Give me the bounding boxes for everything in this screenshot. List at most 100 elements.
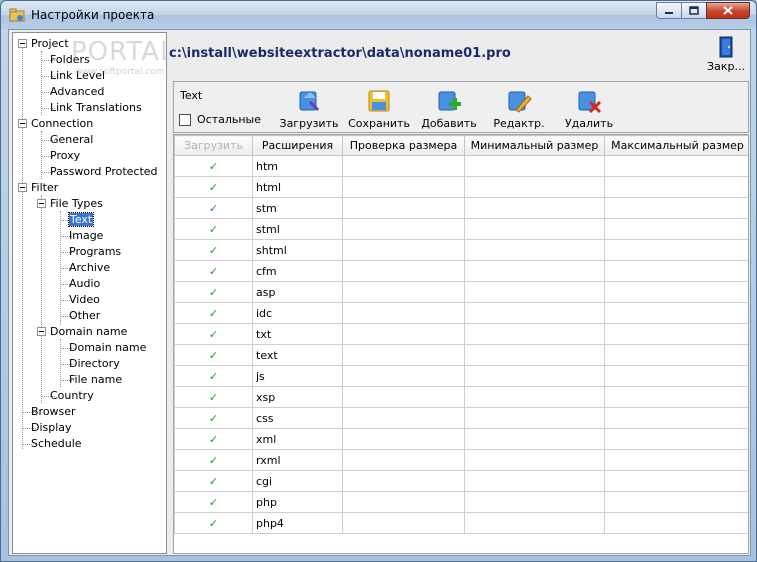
size-check-cell[interactable] xyxy=(342,281,465,303)
save-button[interactable]: Сохранить xyxy=(344,88,414,130)
size-check-cell[interactable] xyxy=(342,491,465,513)
extension-cell[interactable]: xml xyxy=(252,428,343,450)
max-size-cell[interactable] xyxy=(604,470,748,492)
table-row[interactable]: ✓ idc xyxy=(174,302,748,324)
tree-item-browser[interactable]: Browser xyxy=(31,405,76,419)
extension-cell[interactable]: txt xyxy=(252,323,343,345)
table-row[interactable]: ✓ xsp xyxy=(174,386,748,408)
max-size-cell[interactable] xyxy=(604,365,748,387)
size-check-cell[interactable] xyxy=(342,176,465,198)
min-size-cell[interactable] xyxy=(464,344,605,366)
table-row[interactable]: ✓ cfm xyxy=(174,260,748,282)
table-row[interactable]: ✓ html xyxy=(174,176,748,198)
load-check-icon[interactable]: ✓ xyxy=(174,365,253,387)
extension-cell[interactable]: shtml xyxy=(252,239,343,261)
tree-item-audio[interactable]: Audio xyxy=(69,277,100,291)
load-check-icon[interactable]: ✓ xyxy=(174,176,253,198)
table-row[interactable]: ✓ stml xyxy=(174,218,748,240)
extension-cell[interactable]: cgi xyxy=(252,470,343,492)
load-check-icon[interactable]: ✓ xyxy=(174,386,253,408)
extension-cell[interactable]: text xyxy=(252,344,343,366)
collapse-file-types-icon[interactable] xyxy=(37,199,46,208)
size-check-cell[interactable] xyxy=(342,407,465,429)
table-row[interactable]: ✓ xml xyxy=(174,428,748,450)
tree-item-domain-name-group[interactable]: Domain name xyxy=(50,325,127,339)
load-check-icon[interactable]: ✓ xyxy=(174,260,253,282)
max-size-cell[interactable] xyxy=(604,218,748,240)
load-check-icon[interactable]: ✓ xyxy=(174,407,253,429)
min-size-cell[interactable] xyxy=(464,386,605,408)
table-row[interactable]: ✓ php4 xyxy=(174,512,748,534)
collapse-connection-icon[interactable] xyxy=(18,119,27,128)
max-size-cell[interactable] xyxy=(604,407,748,429)
tree-item-connection[interactable]: Connection xyxy=(31,117,93,131)
tree-item-advanced[interactable]: Advanced xyxy=(50,85,104,99)
extension-cell[interactable]: stm xyxy=(252,197,343,219)
size-check-cell[interactable] xyxy=(342,365,465,387)
extension-cell[interactable]: asp xyxy=(252,281,343,303)
extension-cell[interactable]: css xyxy=(252,407,343,429)
tree-item-filter[interactable]: Filter xyxy=(31,181,58,195)
load-check-icon[interactable]: ✓ xyxy=(174,239,253,261)
max-size-cell[interactable] xyxy=(604,428,748,450)
load-check-icon[interactable]: ✓ xyxy=(174,491,253,513)
extension-cell[interactable]: xsp xyxy=(252,386,343,408)
col-header-max-size[interactable]: Максимальный размер xyxy=(604,135,748,156)
table-row[interactable]: ✓ css xyxy=(174,407,748,429)
size-check-cell[interactable] xyxy=(342,386,465,408)
title-bar[interactable]: Настройки проекта xyxy=(1,1,756,29)
tree-item-file-name[interactable]: File name xyxy=(69,373,122,387)
table-row[interactable]: ✓ asp xyxy=(174,281,748,303)
delete-button[interactable]: Удалить xyxy=(554,88,624,130)
maximize-button[interactable] xyxy=(681,2,707,19)
col-header-min-size[interactable]: Минимальный размер xyxy=(464,135,605,156)
min-size-cell[interactable] xyxy=(464,218,605,240)
min-size-cell[interactable] xyxy=(464,470,605,492)
table-row[interactable]: ✓ js xyxy=(174,365,748,387)
tree-item-domain-name[interactable]: Domain name xyxy=(69,341,146,355)
min-size-cell[interactable] xyxy=(464,323,605,345)
min-size-cell[interactable] xyxy=(464,176,605,198)
table-row[interactable]: ✓ rxml xyxy=(174,449,748,471)
extension-cell[interactable]: php4 xyxy=(252,512,343,534)
tree-item-other[interactable]: Other xyxy=(69,309,100,323)
tree-item-image[interactable]: Image xyxy=(69,229,103,243)
load-check-icon[interactable]: ✓ xyxy=(174,281,253,303)
min-size-cell[interactable] xyxy=(464,260,605,282)
size-check-cell[interactable] xyxy=(342,155,465,177)
col-header-extensions[interactable]: Расширения xyxy=(252,135,343,156)
min-size-cell[interactable] xyxy=(464,197,605,219)
tree-item-video[interactable]: Video xyxy=(69,293,100,307)
tree-item-link-translations[interactable]: Link Translations xyxy=(50,101,142,115)
edit-button[interactable]: Редактр. xyxy=(484,88,554,130)
col-header-load[interactable]: Загрузить xyxy=(174,135,253,156)
tree-item-country[interactable]: Country xyxy=(50,389,94,403)
extension-cell[interactable]: htm xyxy=(252,155,343,177)
tree-item-archive[interactable]: Archive xyxy=(69,261,110,275)
size-check-cell[interactable] xyxy=(342,470,465,492)
size-check-cell[interactable] xyxy=(342,218,465,240)
others-checkbox[interactable]: Остальные xyxy=(179,113,261,126)
tree-item-general[interactable]: General xyxy=(50,133,93,147)
size-check-cell[interactable] xyxy=(342,428,465,450)
max-size-cell[interactable] xyxy=(604,239,748,261)
close-window-button[interactable] xyxy=(706,2,750,19)
max-size-cell[interactable] xyxy=(604,323,748,345)
extension-cell[interactable]: php xyxy=(252,491,343,513)
collapse-project-icon[interactable] xyxy=(18,39,27,48)
size-check-cell[interactable] xyxy=(342,260,465,282)
min-size-cell[interactable] xyxy=(464,512,605,534)
size-check-cell[interactable] xyxy=(342,197,465,219)
min-size-cell[interactable] xyxy=(464,449,605,471)
load-check-icon[interactable]: ✓ xyxy=(174,470,253,492)
extensions-grid[interactable]: Загрузить Расширения Проверка размера Ми… xyxy=(173,134,749,554)
extension-cell[interactable]: rxml xyxy=(252,449,343,471)
size-check-cell[interactable] xyxy=(342,449,465,471)
extension-cell[interactable]: idc xyxy=(252,302,343,324)
checkbox-box[interactable] xyxy=(179,113,191,126)
col-header-size-check[interactable]: Проверка размера xyxy=(342,135,465,156)
load-check-icon[interactable]: ✓ xyxy=(174,428,253,450)
table-row[interactable]: ✓ shtml xyxy=(174,239,748,261)
load-button[interactable]: Загрузить xyxy=(274,88,344,130)
min-size-cell[interactable] xyxy=(464,155,605,177)
